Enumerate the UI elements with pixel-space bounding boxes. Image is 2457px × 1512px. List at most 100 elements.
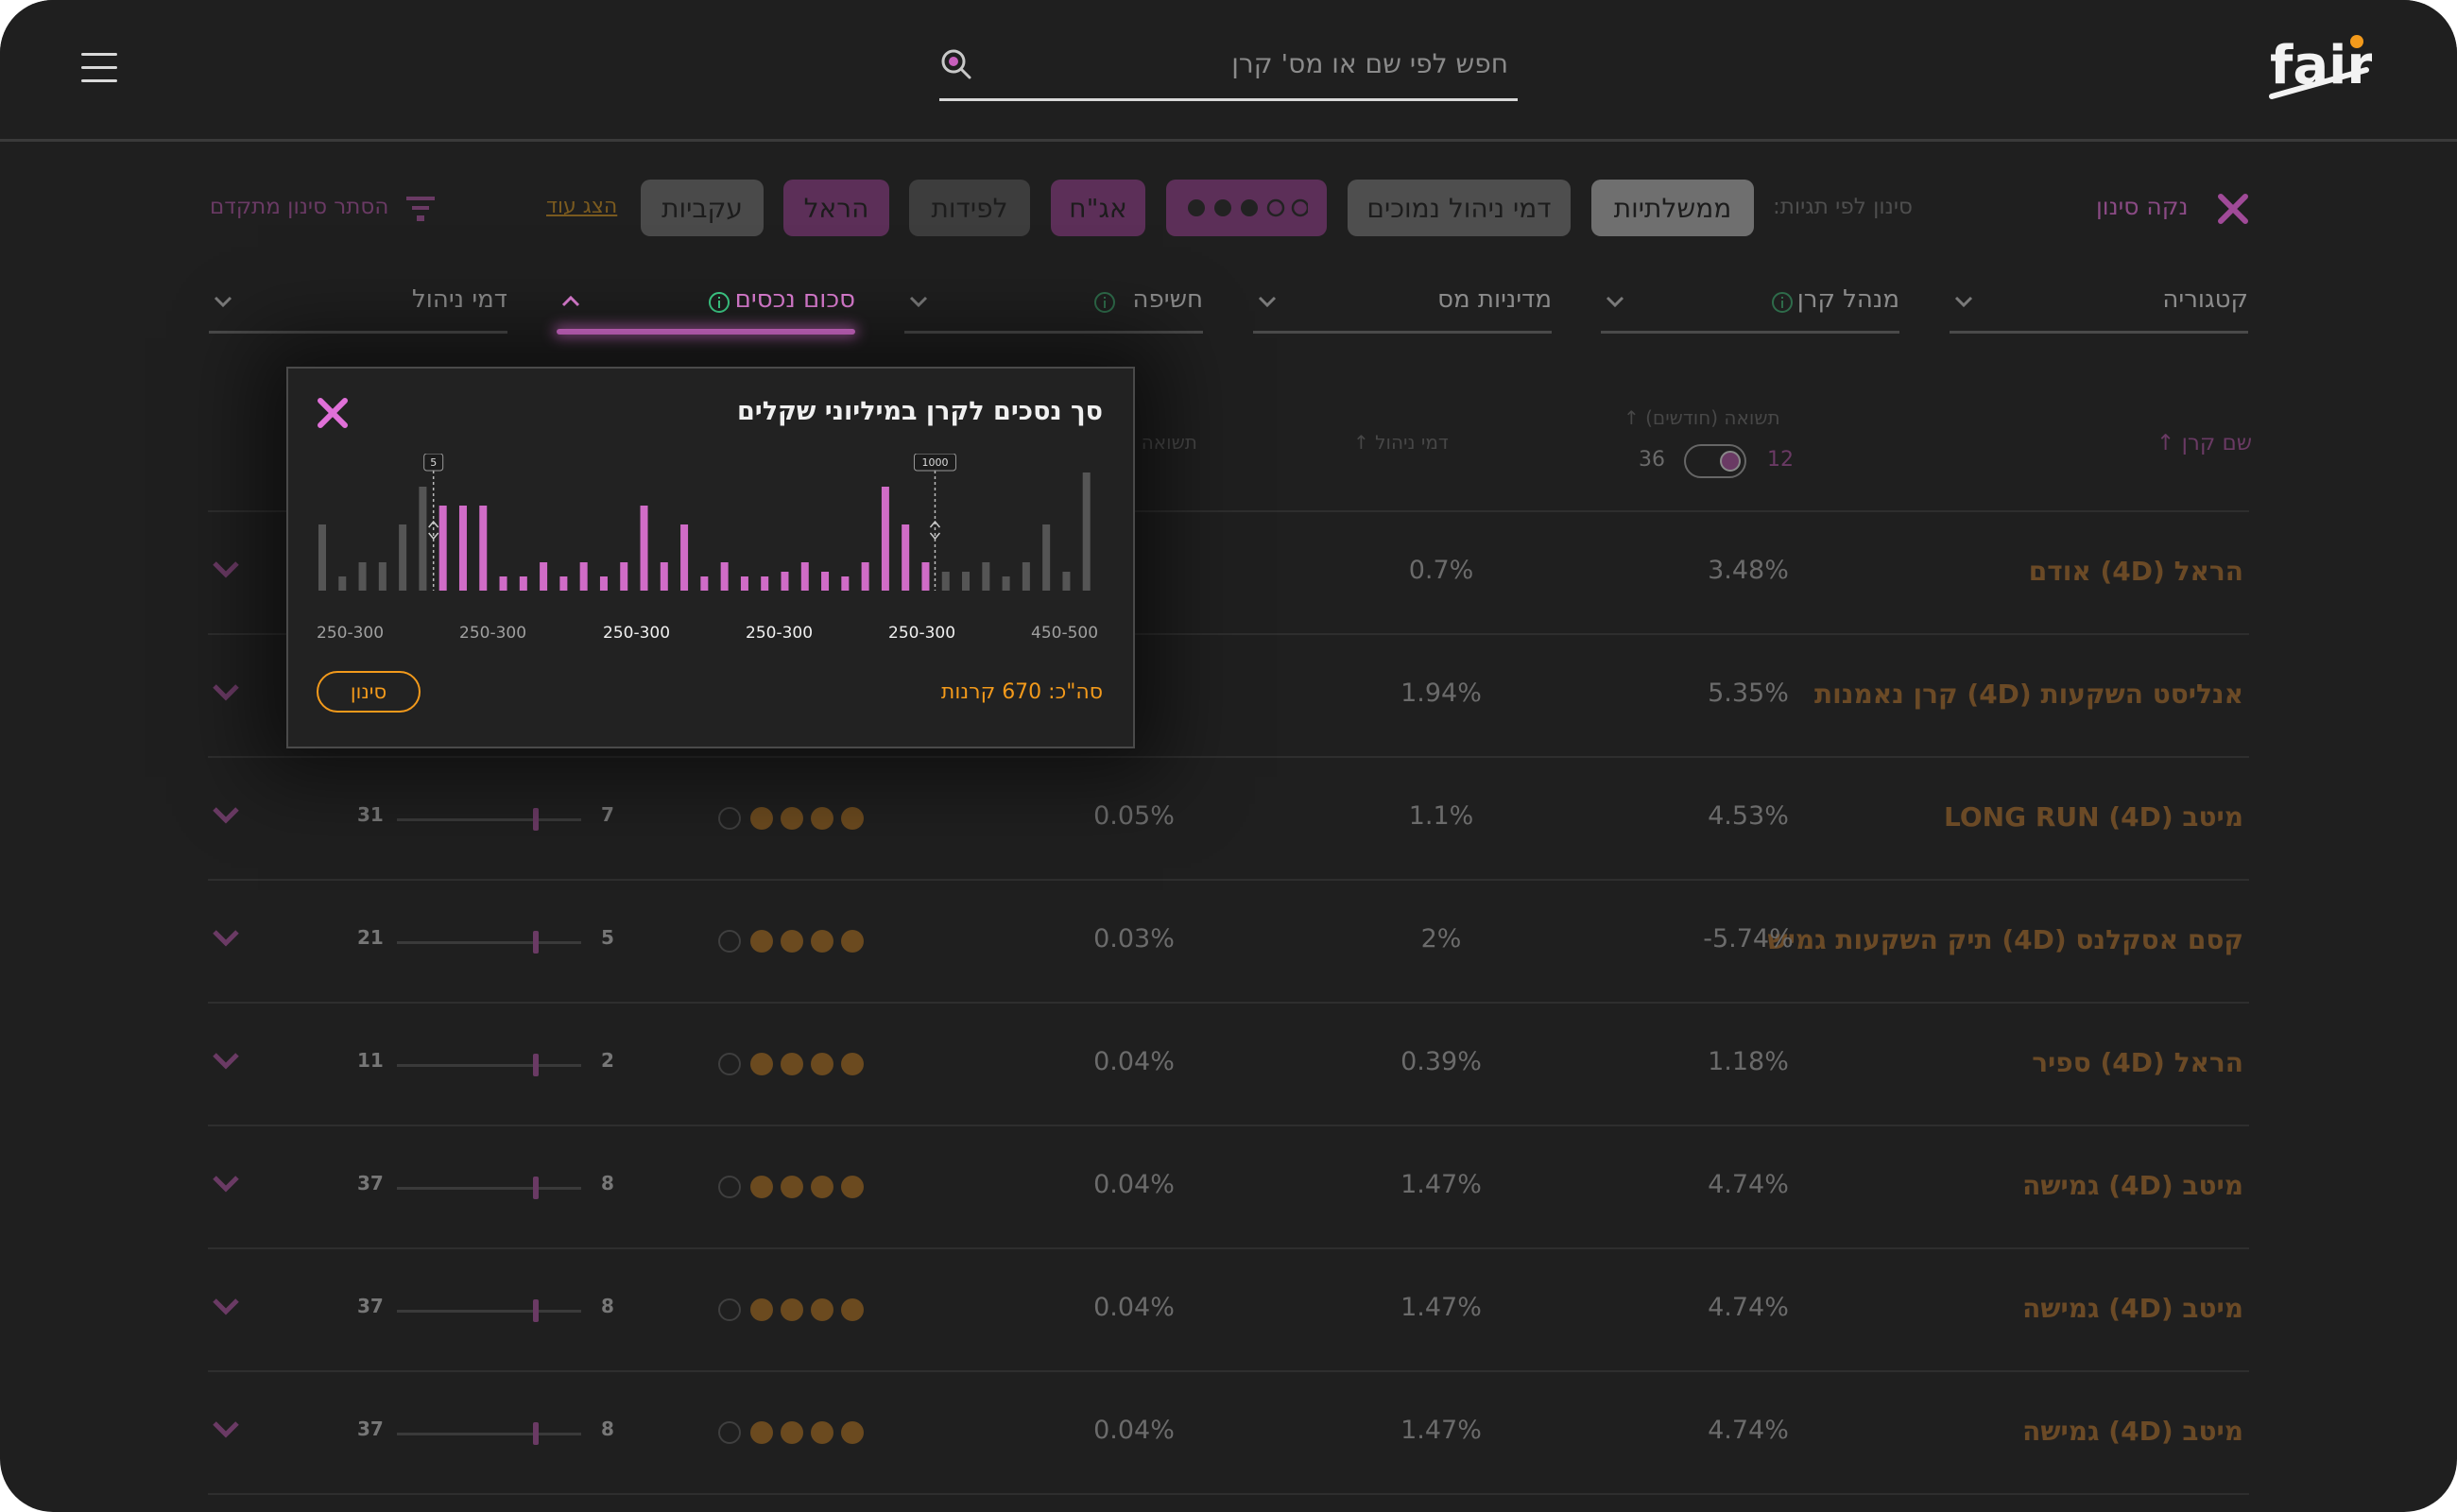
- tag-chip-lapidot[interactable]: לפידות: [909, 180, 1030, 236]
- fund-name[interactable]: אנליסט השקעות (4D) קרן נאמנות: [1814, 679, 2243, 710]
- chevron-down-icon: [1954, 296, 1973, 308]
- search-icon[interactable]: [939, 47, 973, 81]
- fund-name[interactable]: מיטב LONG RUN (4D): [1944, 801, 2243, 833]
- range-max: 11: [357, 1049, 384, 1072]
- return-value: 3.48%: [1708, 556, 1789, 585]
- col-management-fee[interactable]: דמי ניהול ↑: [1353, 431, 1449, 454]
- range-max: 37: [357, 1172, 384, 1194]
- table-row[interactable]: מיטב LONG RUN (4D) 4.53% 1.1% 0.05% 7 31: [208, 756, 2249, 881]
- return-2-value: 0.04%: [1093, 1047, 1175, 1076]
- col-fund-name[interactable]: שם קרן ↑: [2156, 431, 2252, 455]
- app-frame: fair נקה סינון סינון לפי תגיות: ממשלתיות…: [0, 0, 2457, 1512]
- table-row[interactable]: מיטב (4D) גמישה 4.74% 1.47% 0.04% 8 37: [208, 1125, 2249, 1249]
- histogram-bar: [1062, 572, 1071, 591]
- table-row[interactable]: מיטב (4D) גמישה 4.74% 1.47% 0.04% 8 37: [208, 1247, 2249, 1372]
- range-min: 8: [601, 1295, 614, 1317]
- tag-chip-government[interactable]: ממשלתיות: [1591, 180, 1754, 236]
- info-icon[interactable]: [1771, 291, 1794, 314]
- return-value: -5.74%: [1703, 924, 1794, 954]
- expand-icon[interactable]: [210, 554, 242, 586]
- histogram-bar: [358, 562, 367, 591]
- close-icon[interactable]: [317, 397, 349, 429]
- expand-icon[interactable]: [210, 1291, 242, 1323]
- fund-name[interactable]: קסם אסקלנס (4D) תיק השקעות גמיש: [1767, 924, 2243, 955]
- table-row[interactable]: מיטב (4D) גמישה 4.74% 1.47% 0.04% 8 37: [208, 1370, 2249, 1495]
- tag-chip-harel[interactable]: הראל: [783, 180, 889, 236]
- dropdown-tax-policy[interactable]: מדיניות מס: [1253, 284, 1552, 334]
- return-2-value: 0.05%: [1093, 801, 1175, 831]
- close-icon[interactable]: [2217, 193, 2249, 225]
- range-handle[interactable]: [533, 808, 539, 831]
- range-handle[interactable]: [533, 1422, 539, 1445]
- fair-logo[interactable]: fair: [2268, 28, 2372, 108]
- range-max: 31: [357, 803, 384, 826]
- search-input[interactable]: [996, 42, 1510, 85]
- histogram-bar: [338, 576, 347, 591]
- asset-histogram[interactable]: 5 1000: [317, 454, 1110, 595]
- dropdown-exposure[interactable]: חשיפה: [904, 284, 1203, 334]
- histogram-bar: [700, 576, 709, 591]
- range-handle-max[interactable]: 1000: [913, 454, 956, 591]
- return-2-value: 0.03%: [1093, 924, 1175, 954]
- range-handle[interactable]: [533, 1054, 539, 1076]
- dropdown-asset-size[interactable]: סכום נכסים: [557, 284, 855, 335]
- show-more-link[interactable]: הצג עוד: [546, 195, 617, 218]
- return-value: 5.35%: [1708, 679, 1789, 708]
- chevron-down-icon: [214, 296, 232, 308]
- fund-name[interactable]: הראל (4D) ספיר: [2032, 1047, 2243, 1078]
- range-handle[interactable]: [533, 1177, 539, 1199]
- range-min: 8: [601, 1418, 614, 1440]
- histogram-bar: [479, 506, 488, 591]
- tag-chip-rating[interactable]: [1166, 180, 1327, 236]
- range-min: 5: [601, 926, 614, 949]
- expand-icon[interactable]: [210, 1414, 242, 1446]
- tag-chip-consistency[interactable]: עקביות: [641, 180, 764, 236]
- expand-icon[interactable]: [210, 922, 242, 954]
- hide-advanced-link[interactable]: הסתר סינון מתקדם: [210, 195, 388, 219]
- header: fair: [0, 0, 2457, 142]
- rating-dots: [718, 1174, 869, 1202]
- range-track: [397, 1187, 581, 1190]
- popup-total: סה"כ: 670 קרנות: [940, 680, 1103, 704]
- col-return-2[interactable]: תשואה ל: [1125, 431, 1197, 454]
- histogram-bar: [318, 524, 326, 591]
- dropdown-fund-manager[interactable]: מנהל קרן: [1601, 284, 1899, 334]
- rating-dots: [718, 805, 869, 833]
- fee-value: 1.47%: [1400, 1293, 1482, 1322]
- fund-name[interactable]: מיטב (4D) גמישה: [2022, 1416, 2243, 1447]
- expand-icon[interactable]: [210, 799, 242, 832]
- histogram-bar: [921, 562, 930, 591]
- x-label: 250-300: [317, 624, 385, 643]
- dropdown-category[interactable]: קטגוריה: [1950, 284, 2248, 334]
- menu-icon[interactable]: [81, 49, 117, 87]
- expand-icon[interactable]: [210, 1168, 242, 1200]
- fund-name[interactable]: מיטב (4D) גמישה: [2022, 1170, 2243, 1201]
- histogram-bar: [781, 572, 789, 591]
- clear-filter-link[interactable]: נקה סינון: [2096, 193, 2188, 220]
- histogram-bar: [620, 562, 628, 591]
- expand-icon[interactable]: [210, 677, 242, 709]
- expand-icon[interactable]: [210, 1045, 242, 1077]
- x-label: 250-300: [603, 624, 671, 643]
- tag-chip-low-fees[interactable]: דמי ניהול נמוכים: [1348, 180, 1571, 236]
- fee-value: 1.47%: [1400, 1170, 1482, 1199]
- table-row[interactable]: קסם אסקלנס (4D) תיק השקעות גמיש -5.74% 2…: [208, 879, 2249, 1004]
- filter-apply-button[interactable]: סינון: [317, 671, 421, 713]
- tag-chip-bonds[interactable]: אג"ח: [1051, 180, 1145, 236]
- table-row[interactable]: הראל (4D) ספיר 1.18% 0.39% 0.04% 2 11: [208, 1002, 2249, 1126]
- range-max: 21: [357, 926, 384, 949]
- range-track: [397, 1064, 581, 1067]
- range-handle[interactable]: [533, 931, 539, 954]
- info-icon[interactable]: [708, 291, 730, 314]
- histogram-bar: [800, 562, 809, 591]
- info-icon[interactable]: [1093, 291, 1116, 314]
- x-label: 250-300: [459, 624, 527, 643]
- tags-label: סינון לפי תגיות:: [1773, 195, 1913, 219]
- range-handle[interactable]: [533, 1299, 539, 1322]
- dropdown-management-fee[interactable]: דמי ניהול: [209, 284, 507, 334]
- fund-name[interactable]: מיטב (4D) גמישה: [2022, 1293, 2243, 1324]
- col-return[interactable]: תשואה (חודשים) ↑: [1624, 406, 1780, 429]
- fund-name[interactable]: הראל (4D) אודם: [2029, 556, 2243, 587]
- histogram-bar: [438, 506, 447, 591]
- months-toggle[interactable]: [1684, 444, 1746, 478]
